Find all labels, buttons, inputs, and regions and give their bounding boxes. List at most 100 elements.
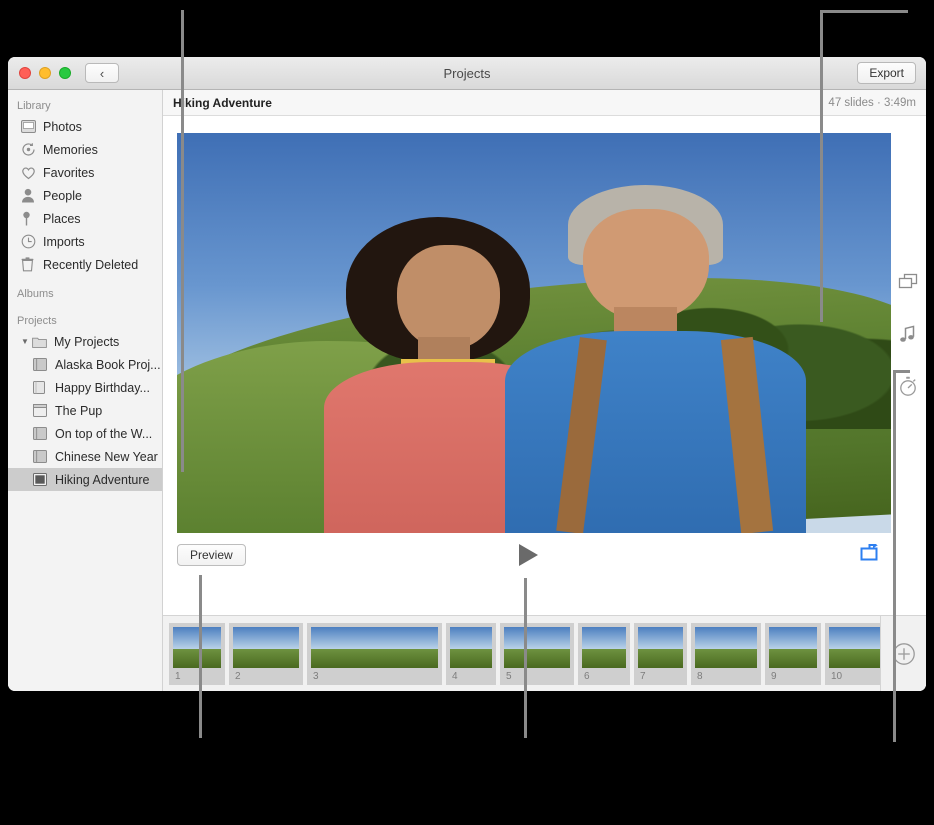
sidebar-item-chinese-new-year[interactable]: Chinese New Year [8, 445, 162, 468]
traffic-lights [19, 67, 71, 79]
slide-preview-image[interactable] [177, 133, 891, 533]
back-button[interactable]: ‹ [85, 63, 119, 83]
music-note-icon[interactable] [897, 323, 919, 345]
thumbnail-number: 10 [829, 668, 880, 683]
sidebar-item-places[interactable]: Places [8, 207, 162, 230]
callout-line-play [524, 578, 527, 738]
sidebar-item-people[interactable]: People [8, 184, 162, 207]
play-triangle-icon[interactable] [519, 544, 538, 566]
filmstrip-thumbnail[interactable]: 4 [446, 623, 496, 685]
plus-circle-icon[interactable] [880, 616, 926, 691]
filmstrip-thumbnail[interactable]: 1 [169, 623, 225, 685]
project-header-bar: Hiking Adventure 47 slides · 3:49m [163, 90, 926, 116]
thumbnail-image [450, 627, 492, 668]
sidebar-item-favorites[interactable]: Favorites [8, 161, 162, 184]
minimize-button[interactable] [39, 67, 51, 79]
thumbnail-number: 7 [638, 668, 683, 683]
callout-line-project [181, 10, 184, 472]
sidebar-label: The Pup [55, 404, 102, 418]
filmstrip-thumbnail[interactable]: 9 [765, 623, 821, 685]
thumbnail-number: 1 [173, 668, 221, 683]
sidebar-item-happy-birthday[interactable]: Happy Birthday... [8, 376, 162, 399]
sidebar-item-my-projects[interactable]: ▼ My Projects [8, 330, 162, 353]
sidebar-label: Hiking Adventure [55, 473, 150, 487]
filmstrip-thumbnails[interactable]: 123456789 10 [163, 616, 880, 691]
filmstrip-thumbnail[interactable]: 2 [229, 623, 303, 685]
thumbnail-image [638, 627, 683, 668]
chevron-down-icon[interactable]: ▼ [21, 337, 32, 346]
sidebar-item-imports[interactable]: Imports [8, 230, 162, 253]
sidebar-item-hiking-adventure[interactable]: Hiking Adventure [8, 468, 162, 491]
thumbnail-number: 2 [233, 668, 299, 683]
clock-icon [21, 234, 43, 249]
filmstrip-thumbnail[interactable]: 8 [691, 623, 761, 685]
sidebar-header-projects: Projects [8, 303, 162, 330]
photos-icon [21, 120, 43, 133]
card-icon [33, 381, 55, 394]
thumbnail-image [504, 627, 570, 668]
heart-icon [21, 166, 43, 180]
sidebar-item-recently-deleted[interactable]: Recently Deleted [8, 253, 162, 276]
memories-icon [21, 142, 43, 157]
trash-icon [21, 257, 43, 272]
folder-icon [32, 336, 54, 348]
thumbnail-number: 9 [769, 668, 817, 683]
sidebar-item-the-pup[interactable]: The Pup [8, 399, 162, 422]
photo-person-right [534, 185, 777, 533]
chevron-left-icon: ‹ [100, 67, 104, 80]
maximize-button[interactable] [59, 67, 71, 79]
filmstrip-thumbnail[interactable]: 10 [825, 623, 880, 685]
thumbnail-image [173, 627, 221, 668]
sidebar-label: Photos [43, 120, 82, 134]
sidebar-label: Alaska Book Proj... [55, 358, 161, 372]
filmstrip-thumbnail[interactable]: 7 [634, 623, 687, 685]
thumbnail-image [695, 627, 757, 668]
stopwatch-icon[interactable] [897, 375, 919, 397]
sidebar-item-alaska-book-project[interactable]: Alaska Book Proj... [8, 353, 162, 376]
book-icon [33, 427, 55, 440]
thumbnail-number: 5 [504, 668, 570, 683]
close-button[interactable] [19, 67, 31, 79]
fullscreen-icon[interactable] [860, 544, 880, 566]
callout-line-themes [820, 10, 908, 322]
window-body: Library Photos Memories [8, 90, 926, 691]
callout-line-music-tail [893, 370, 896, 742]
screenshot-stage: ‹ Projects Export Library Photos [0, 0, 934, 825]
window-title: Projects [8, 66, 926, 81]
sidebar-label: Places [43, 212, 81, 226]
thumbnail-number: 8 [695, 668, 757, 683]
filmstrip-thumbnail[interactable]: 5 [500, 623, 574, 685]
photos-app-window: ‹ Projects Export Library Photos [8, 57, 926, 691]
thumbnail-image [829, 627, 880, 668]
slideshow-icon [33, 473, 55, 486]
sidebar-label: Imports [43, 235, 85, 249]
sidebar-label: People [43, 189, 82, 203]
thumbnail-image [233, 627, 299, 668]
filmstrip-thumbnail[interactable]: 6 [578, 623, 630, 685]
main-content: Hiking Adventure 47 slides · 3:49m [163, 90, 926, 691]
sidebar-label: My Projects [54, 335, 119, 349]
sidebar-label: Happy Birthday... [55, 381, 150, 395]
window-titlebar: ‹ Projects Export [8, 57, 926, 90]
thumbnail-number: 4 [450, 668, 492, 683]
sidebar-item-memories[interactable]: Memories [8, 138, 162, 161]
sidebar-label: Favorites [43, 166, 94, 180]
sidebar-label: Memories [43, 143, 98, 157]
sidebar-label: Chinese New Year [55, 450, 158, 464]
sidebar-item-photos[interactable]: Photos [8, 115, 162, 138]
sidebar-label: On top of the W... [55, 427, 152, 441]
pin-icon [21, 211, 43, 226]
playback-control-bar: Preview [177, 540, 880, 570]
thumbnail-number: 3 [311, 668, 438, 683]
viewer-column: Preview [163, 116, 890, 615]
filmstrip: 123456789 10 [163, 615, 926, 691]
sidebar-label: Recently Deleted [43, 258, 138, 272]
preview-button[interactable]: Preview [177, 544, 246, 566]
callout-line-preview [199, 575, 202, 738]
filmstrip-thumbnail[interactable]: 3 [307, 623, 442, 685]
book-icon [33, 358, 55, 371]
sidebar-header-albums: Albums [8, 276, 162, 303]
sidebar-item-on-top-of-the-world[interactable]: On top of the W... [8, 422, 162, 445]
slideshow-viewer: Preview [163, 116, 926, 615]
sidebar-header-library: Library [8, 96, 162, 115]
